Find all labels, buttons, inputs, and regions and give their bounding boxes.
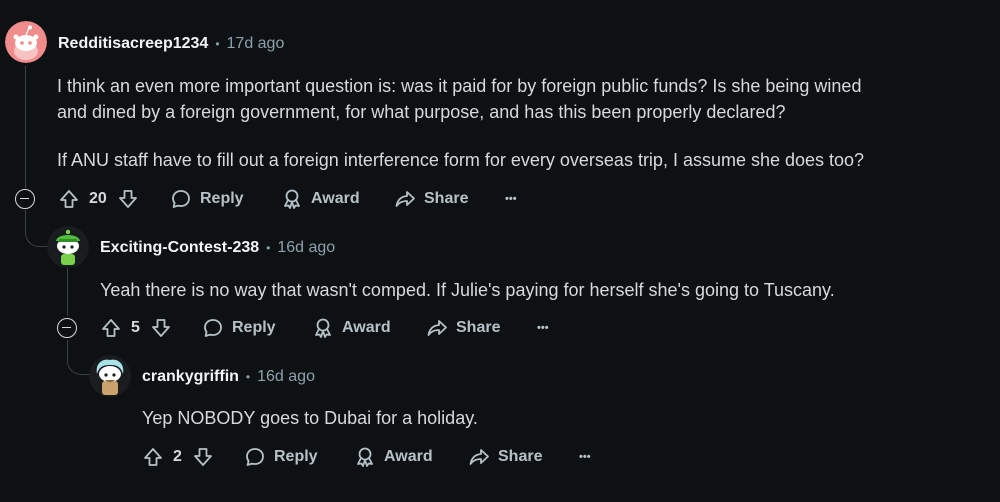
comment-bubble-icon xyxy=(172,190,190,208)
share-icon xyxy=(427,320,447,336)
upvote-icon[interactable] xyxy=(58,188,80,210)
vote-controls: 20 xyxy=(58,187,139,211)
vote-count: 20 xyxy=(89,190,107,207)
comment-timestamp[interactable]: 16d ago xyxy=(257,368,315,386)
avatar[interactable] xyxy=(89,355,131,397)
more-options-icon: ••• xyxy=(505,193,517,205)
comment-author[interactable]: crankygriffin xyxy=(142,368,239,386)
downvote-icon[interactable] xyxy=(192,446,214,468)
reply-button[interactable]: Reply xyxy=(244,445,318,469)
downvote-icon[interactable] xyxy=(150,317,172,339)
vote-count: 2 xyxy=(173,448,182,465)
reply-label: Reply xyxy=(200,190,244,207)
more-options-button[interactable]: ••• xyxy=(537,316,549,340)
award-label: Award xyxy=(342,319,391,336)
share-label: Share xyxy=(498,448,543,465)
vote-controls: 2 xyxy=(142,445,214,469)
award-label: Award xyxy=(311,190,360,207)
reply-label: Reply xyxy=(274,448,318,465)
more-options-button[interactable]: ••• xyxy=(579,445,591,469)
thread-line-1[interactable] xyxy=(25,66,26,188)
award-button[interactable]: Award xyxy=(354,445,433,469)
comment-thread: Redditisacreep1234 • 17d ago I think an … xyxy=(0,0,1000,502)
comment-author[interactable]: Redditisacreep1234 xyxy=(58,35,208,53)
thread-line-1b[interactable] xyxy=(25,210,26,230)
collapse-button[interactable] xyxy=(57,318,77,338)
thread-connector-1 xyxy=(25,230,48,247)
snoo-avatar-icon xyxy=(5,21,47,63)
reply-button[interactable]: Reply xyxy=(170,187,244,211)
share-label: Share xyxy=(424,190,469,207)
award-icon xyxy=(315,318,331,338)
share-icon xyxy=(469,449,489,465)
snoo-avatar-icon xyxy=(47,226,89,268)
comment-bubble-icon xyxy=(246,448,264,466)
more-options-icon: ••• xyxy=(579,451,591,463)
award-button[interactable]: Award xyxy=(281,187,360,211)
meta-separator: • xyxy=(215,37,220,51)
comment-body-line: Yep NOBODY goes to Dubai for a holiday. xyxy=(142,408,478,428)
comment-timestamp[interactable]: 17d ago xyxy=(227,35,285,53)
more-options-button[interactable]: ••• xyxy=(505,187,517,211)
share-button[interactable]: Share xyxy=(394,187,468,211)
meta-separator: • xyxy=(266,241,271,255)
share-icon xyxy=(395,191,415,207)
award-button[interactable]: Award xyxy=(312,316,391,340)
comment-body-line: If ANU staff have to fill out a foreign … xyxy=(57,150,865,170)
snoo-avatar-icon xyxy=(89,355,131,397)
comment-bubble-icon xyxy=(204,319,222,337)
award-icon xyxy=(284,189,300,209)
vote-controls: 5 xyxy=(100,316,172,340)
award-icon xyxy=(357,447,373,467)
reply-button[interactable]: Reply xyxy=(202,316,276,340)
share-label: Share xyxy=(456,319,501,336)
collapse-button[interactable] xyxy=(15,189,35,209)
comment-author[interactable]: Exciting-Contest-238 xyxy=(100,239,259,257)
comment-body-line: I think an even more important question … xyxy=(57,76,862,96)
thread-line-2b[interactable] xyxy=(67,340,68,358)
share-button[interactable]: Share xyxy=(426,316,500,340)
downvote-icon[interactable] xyxy=(117,188,139,210)
upvote-icon[interactable] xyxy=(142,446,164,468)
upvote-icon[interactable] xyxy=(100,317,122,339)
thread-connector-2 xyxy=(67,358,90,375)
vote-count: 5 xyxy=(131,319,140,336)
comment-body-line: Yeah there is no way that wasn't comped.… xyxy=(100,280,835,300)
avatar[interactable] xyxy=(5,21,47,63)
award-label: Award xyxy=(384,448,433,465)
thread-line-2[interactable] xyxy=(67,268,68,316)
more-options-icon: ••• xyxy=(537,322,549,334)
avatar[interactable] xyxy=(47,226,89,268)
share-button[interactable]: Share xyxy=(468,445,542,469)
comment-body-line: and dined by a foreign government, for w… xyxy=(57,102,786,122)
meta-separator: • xyxy=(245,370,251,384)
comment-timestamp[interactable]: 16d ago xyxy=(277,239,335,257)
reply-label: Reply xyxy=(232,319,276,336)
